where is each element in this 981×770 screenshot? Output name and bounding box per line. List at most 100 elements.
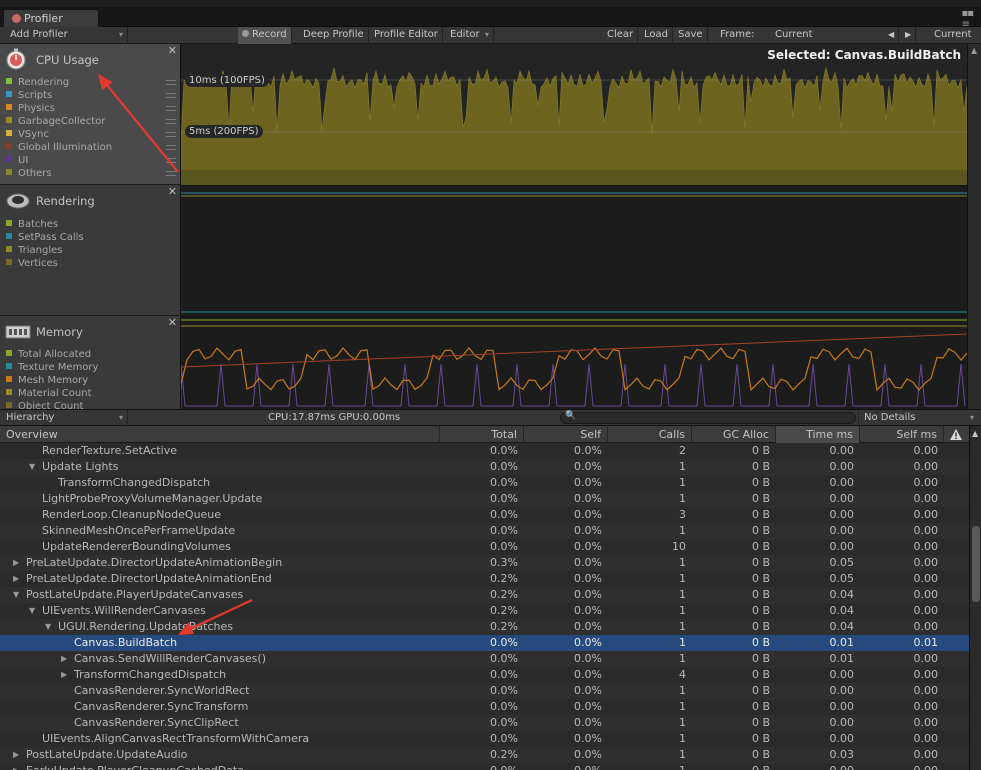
table-row[interactable]: ▼ Update Lights 0.0% 0.0% 1 0 B 0.00 0.00 [0,459,969,475]
table-row[interactable]: ▶ TransformChangedDispatch 0.0% 0.0% 4 0 B 0.0… [0,667,969,683]
row-calls: 1 [679,652,686,665]
profile-editor-button[interactable]: Profile Editor [370,27,443,44]
legend-item[interactable]: Rendering [6,76,176,89]
target-dropdown[interactable]: Editor ▾ [446,27,494,44]
profiler-tab[interactable]: Profiler [3,9,99,28]
legend-item[interactable]: UI [6,154,176,167]
legend-item[interactable]: SetPass Calls [6,231,176,244]
table-row[interactable]: UpdateRendererBoundingVolumes 0.0% 0.0% 10 0… [0,539,969,555]
table-row[interactable]: ▶ PreLateUpdate.DirectorUpdateAnimationEn… [0,571,969,587]
collapsed-arrow-icon[interactable]: ▶ [13,747,23,763]
legend-label: Others [18,168,52,179]
drag-handle-icon[interactable] [166,80,176,85]
legend-item[interactable]: Others [6,167,176,180]
legend-item[interactable]: Object Count [6,400,176,409]
legend-item[interactable]: Material Count [6,387,176,400]
legend-swatch [6,130,12,136]
collapsed-arrow-icon[interactable]: ▶ [61,651,71,667]
table-row[interactable]: ▶ Canvas.SendWillRenderCanvases() 0.0% 0.0%… [0,651,969,667]
table-row[interactable]: ▶ PostLateUpdate.UpdateAudio 0.2% 0.0% 1 0 B 0… [0,747,969,763]
drag-handle-icon[interactable] [166,93,176,98]
row-time: 0.00 [776,763,855,770]
drag-handle-icon[interactable] [166,106,176,111]
scroll-up-icon[interactable]: ▲ [972,429,978,438]
table-row[interactable]: ▼ UIEvents.WillRenderCanvases 0.2% 0.0% 1 0 B… [0,603,969,619]
cpu-usage-module[interactable]: CPU Usage ✕ Rendering Scripts Physics Garba… [0,44,180,185]
table-row[interactable]: CanvasRenderer.SyncWorldRect 0.0% 0.0% 1 0 B… [0,683,969,699]
drag-handle-icon[interactable] [166,145,176,150]
table-row[interactable]: CanvasRenderer.SyncTransform 0.0% 0.0% 1 0 B… [0,699,969,715]
profiler-graphs[interactable]: 10ms (100FPS) 5ms (200FPS) Selected: Can… [181,44,967,409]
column-self-ms[interactable]: Self ms [860,426,944,443]
drag-handle-icon[interactable] [166,132,176,137]
rendering-module[interactable]: Rendering ✕ Batches SetPass Calls Triangle… [0,185,180,316]
legend-item[interactable]: Triangles [6,244,176,257]
close-icon[interactable]: ✕ [168,316,177,329]
table-row[interactable]: ▶EarlyUpdate.PlayerCleanupCachedData 0.0%… [0,763,969,770]
column-total[interactable]: Total [440,426,524,443]
row-gc: 0 B [751,556,770,569]
column-time-ms[interactable]: Time ms [776,426,860,443]
next-frame-button[interactable]: ▶ [901,27,917,44]
current-frame-button[interactable]: Current [930,27,976,44]
scrollbar-thumb[interactable] [972,526,980,602]
legend-item[interactable]: GarbageCollector [6,115,176,128]
drag-handle-icon[interactable] [166,171,176,176]
column-overview[interactable]: Overview [0,426,440,443]
view-mode-dropdown[interactable]: Hierarchy ▾ [6,410,128,426]
graphs-scrollbar[interactable]: ▲ [967,44,981,409]
load-button[interactable]: Load [640,27,673,44]
expanded-arrow-icon[interactable]: ▼ [13,587,23,603]
deep-profile-button[interactable]: Deep Profile [299,27,369,44]
add-profiler-dropdown[interactable]: Add Profiler ▾ [6,27,128,44]
drag-handle-icon[interactable] [166,158,176,163]
rendering-module-title: Rendering [36,194,95,208]
save-button[interactable]: Save [674,27,708,44]
drag-handle-icon[interactable] [166,119,176,124]
memory-module[interactable]: Memory ✕ Total Allocated Texture Memory Me… [0,316,180,409]
close-icon[interactable]: ✕ [168,185,177,198]
table-row[interactable]: UIEvents.AlignCanvasRectTransformWithCam… [0,731,969,747]
collapsed-arrow-icon[interactable]: ▶ [13,763,23,770]
legend-item[interactable]: Total Allocated [6,348,176,361]
legend-item[interactable]: Vertices [6,257,176,270]
clear-button[interactable]: Clear [603,27,639,44]
details-dropdown[interactable]: No Details ▾ [858,410,978,426]
legend-item[interactable]: Texture Memory [6,361,176,374]
expanded-arrow-icon[interactable]: ▼ [29,603,39,619]
table-row[interactable]: RenderLoop.CleanupNodeQueue 0.0% 0.0% 3 0 B 0… [0,507,969,523]
expanded-arrow-icon[interactable]: ▼ [45,619,55,635]
table-row[interactable]: TransformChangedDispatch 0.0% 0.0% 1 0 B 0.00… [0,475,969,491]
row-self: 0.0% [574,476,602,489]
table-row[interactable]: ▼ UGUI.Rendering.UpdateBatches 0.2% 0.0% 1 0 … [0,619,969,635]
table-scrollbar[interactable]: ▲ [969,426,981,770]
legend-item[interactable]: Global Illumination [6,141,176,154]
column-calls[interactable]: Calls [608,426,692,443]
legend-item[interactable]: Scripts [6,89,176,102]
row-total: 0.0% [490,700,518,713]
close-icon[interactable]: ✕ [168,44,177,57]
collapsed-arrow-icon[interactable]: ▶ [13,571,23,587]
collapsed-arrow-icon[interactable]: ▶ [61,667,71,683]
scroll-up-icon[interactable]: ▲ [971,46,977,55]
table-row[interactable]: CanvasRenderer.SyncClipRect 0.0% 0.0% 1 0 B 0… [0,715,969,731]
table-row[interactable]: ▼ PostLateUpdate.PlayerUpdateCanvases 0.2%… [0,587,969,603]
record-button[interactable]: Record [238,27,292,44]
legend-item[interactable]: Physics [6,102,176,115]
table-row[interactable]: ▶ PreLateUpdate.DirectorUpdateAnimationBe… [0,555,969,571]
expanded-arrow-icon[interactable]: ▼ [29,459,39,475]
prev-frame-button[interactable]: ◀ [884,27,900,44]
table-row[interactable]: SkinnedMeshOncePerFrameUpdate 0.0% 0.0% 1 0 … [0,523,969,539]
sort-warning-icon[interactable] [944,426,969,443]
legend-item[interactable]: Batches [6,218,176,231]
search-field[interactable]: 🔍 [560,411,856,424]
legend-item[interactable]: VSync [6,128,176,141]
column-self[interactable]: Self [524,426,608,443]
collapsed-arrow-icon[interactable]: ▶ [13,555,23,571]
column-gc-alloc[interactable]: GC Alloc [692,426,776,443]
table-row[interactable]: LightProbeProxyVolumeManager.Update 0.0% 0… [0,491,969,507]
table-row[interactable]: RenderTexture.SetActive 0.0% 0.0% 2 0 B 0.00 0… [0,443,969,459]
profiler-graph-canvas[interactable] [181,44,967,409]
legend-item[interactable]: Mesh Memory [6,374,176,387]
table-row-selected[interactable]: Canvas.BuildBatch 0.0% 0.0% 1 0 B 0.01 0.01 [0,635,969,651]
